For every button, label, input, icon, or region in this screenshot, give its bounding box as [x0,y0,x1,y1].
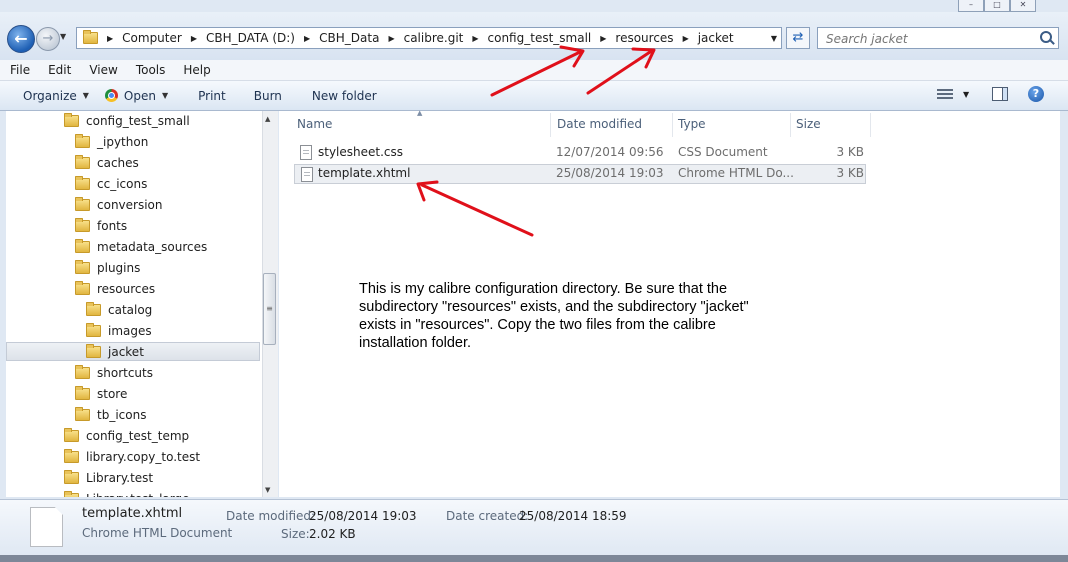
details-size: 2.02 KB [309,527,356,541]
document-icon [30,507,63,547]
details-size-label: Size: [281,527,310,541]
arrow-to-resources [490,45,585,97]
taskbar-edge [0,555,1068,562]
annotation-arrows [416,45,656,237]
details-file-name: template.xhtml [82,506,183,521]
details-date-modified-label: Date modified: [226,509,316,523]
details-date-created: 25/08/2014 18:59 [519,509,627,523]
details-date-modified: 25/08/2014 19:03 [309,509,417,523]
details-date-created-label: Date created: [446,509,529,523]
details-file-type: Chrome HTML Document [82,526,233,540]
arrow-to-jacket [586,47,656,95]
arrow-to-template-file [416,180,534,237]
